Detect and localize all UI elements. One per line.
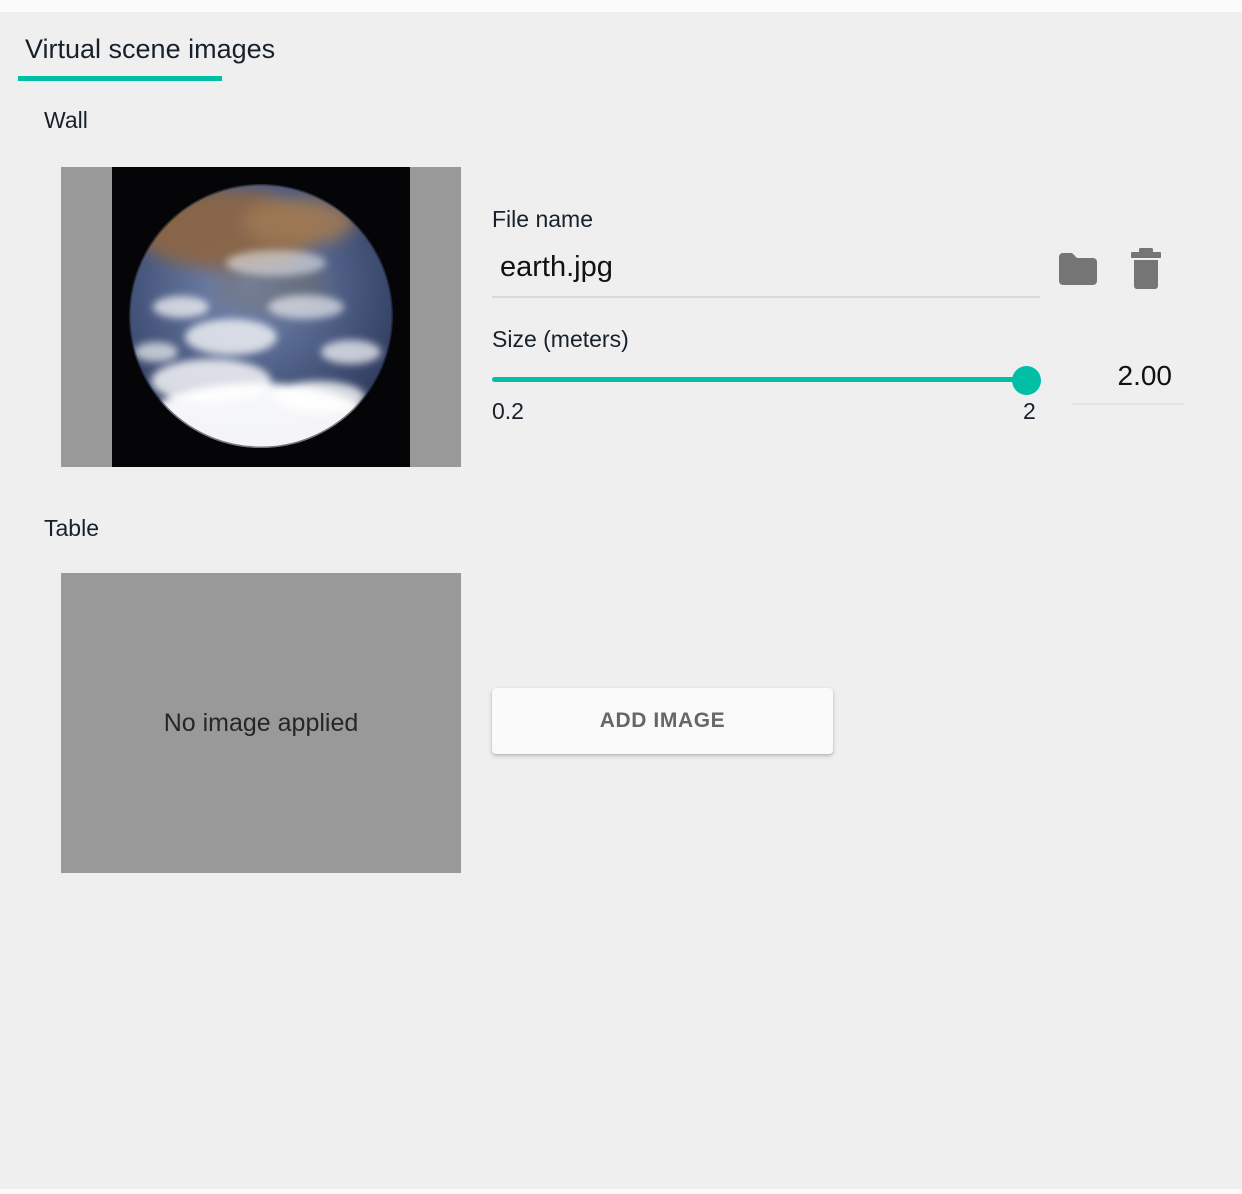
browse-file-button[interactable] [1055,250,1097,286]
no-image-placeholder-text: No image applied [164,709,359,738]
trash-icon [1126,247,1166,291]
delete-image-button[interactable] [1126,247,1166,291]
title-underline [18,76,222,81]
size-value-input[interactable]: 2.00 [1072,360,1184,392]
table-image-preview: No image applied [61,573,461,873]
file-name-input[interactable]: earth.jpg [500,251,613,284]
size-slider-min-label: 0.2 [492,398,524,425]
file-name-label: File name [492,206,593,233]
size-slider-max-label: 2 [1023,398,1036,425]
add-image-button[interactable]: ADD IMAGE [492,688,833,754]
add-image-button-label: ADD IMAGE [600,709,726,733]
earth-image [61,167,461,467]
top-strip [0,0,1242,12]
bottom-strip [0,1189,1242,1194]
size-value-input-underline [1072,403,1184,405]
size-label: Size (meters) [492,326,629,353]
folder-icon [1055,250,1097,286]
size-slider-track[interactable] [492,377,1040,382]
wall-section-label: Wall [44,107,88,134]
file-name-input-underline [492,296,1040,298]
page-title: Virtual scene images [25,34,275,65]
wall-image-preview [61,167,461,467]
table-section-label: Table [44,515,99,542]
size-slider-handle[interactable] [1012,366,1041,395]
